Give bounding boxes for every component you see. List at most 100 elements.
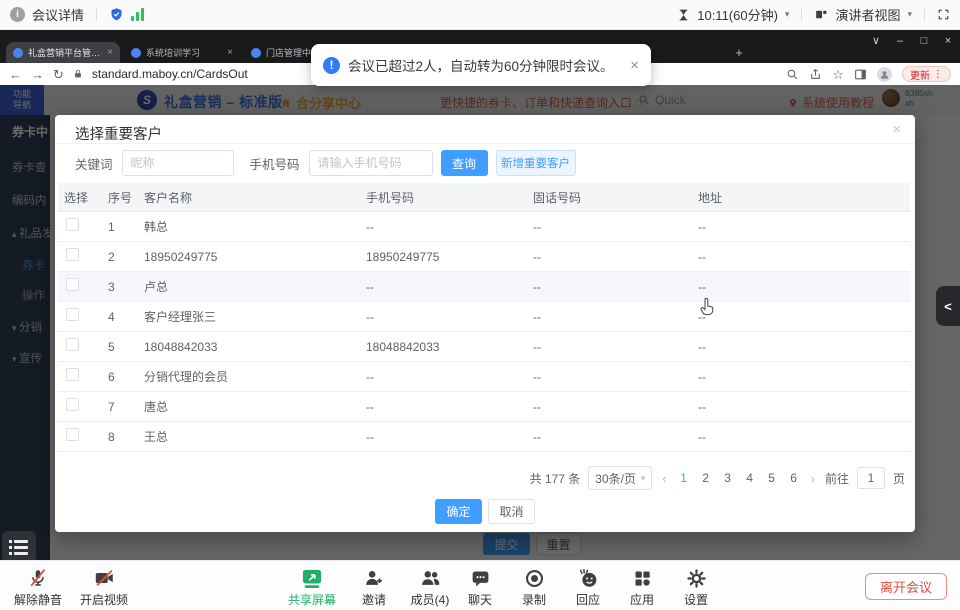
tab-title: 系统培训学习: [146, 46, 220, 59]
new-tab-button[interactable]: +: [731, 44, 747, 60]
cell-name: 客户经理张三: [140, 308, 362, 325]
timer-caret-icon[interactable]: ▾: [785, 9, 790, 20]
share-icon[interactable]: [809, 68, 822, 81]
cell-mobile: 18950249775: [362, 250, 529, 264]
cell-mobile: --: [362, 370, 529, 384]
window-maximize-button[interactable]: □: [912, 32, 936, 50]
reactions-button[interactable]: 回应: [564, 566, 612, 608]
notification-close-icon[interactable]: ×: [630, 57, 639, 74]
cell-landline: --: [529, 220, 694, 234]
prev-page-icon[interactable]: ‹: [660, 471, 668, 486]
apps-button[interactable]: 应用: [618, 566, 666, 608]
divider: [96, 8, 97, 21]
floating-agenda-button[interactable]: [2, 531, 36, 560]
page-number[interactable]: 4: [743, 471, 757, 485]
start-video-button[interactable]: 开启视频: [76, 566, 132, 608]
row-checkbox[interactable]: [66, 308, 79, 321]
back-icon[interactable]: ←: [9, 68, 22, 81]
window-minimize-button[interactable]: –: [888, 32, 912, 50]
security-shield-icon[interactable]: [109, 7, 124, 22]
col-name: 客户名称: [140, 189, 362, 206]
camera-off-icon: [93, 567, 116, 589]
tab-search-icon[interactable]: ∨: [864, 32, 888, 50]
cell-address: --: [694, 220, 910, 234]
window-close-button[interactable]: ×: [936, 32, 960, 50]
cell-name: 卢总: [140, 278, 362, 295]
add-customer-button[interactable]: 新增重要客户: [496, 150, 576, 176]
tab-close-icon[interactable]: ×: [227, 47, 233, 58]
page-size-select[interactable]: 30条/页 ▾: [588, 466, 652, 490]
side-panel-toggle[interactable]: <: [936, 286, 960, 326]
members-button[interactable]: 成员(4): [404, 566, 456, 608]
next-page-icon[interactable]: ›: [809, 471, 817, 486]
query-button[interactable]: 查询: [441, 150, 488, 176]
cell-landline: --: [529, 430, 694, 444]
row-checkbox[interactable]: [66, 248, 79, 261]
notification-text: 会议已超过2人，自动转为60分钟限时会议。: [348, 55, 614, 75]
cell-mobile: --: [362, 220, 529, 234]
chat-bubble-icon: [470, 568, 491, 589]
page-number[interactable]: 2: [699, 471, 713, 485]
page-number[interactable]: 3: [721, 471, 735, 485]
col-select: 选择: [58, 189, 95, 206]
row-checkbox[interactable]: [66, 278, 79, 291]
browser-tab[interactable]: 系统培训学习 ×: [124, 42, 240, 63]
refresh-icon[interactable]: ↻: [53, 68, 64, 81]
cell-landline: --: [529, 310, 694, 324]
hourglass-icon: [677, 8, 690, 22]
record-button[interactable]: 录制: [510, 566, 558, 608]
row-checkbox[interactable]: [66, 368, 79, 381]
zoom-icon[interactable]: [786, 68, 799, 81]
view-caret-icon[interactable]: ▾: [907, 9, 912, 20]
cell-mobile: --: [362, 310, 529, 324]
network-signal-icon[interactable]: [131, 8, 144, 21]
forward-icon[interactable]: →: [31, 68, 44, 81]
url-text[interactable]: standard.maboy.cn/CardsOut: [92, 67, 248, 81]
modal-close-icon[interactable]: ×: [892, 121, 901, 138]
modal-title: 选择重要客户: [75, 123, 162, 144]
view-mode-label[interactable]: 演讲者视图: [835, 5, 900, 24]
side-panel-icon[interactable]: [854, 68, 867, 81]
col-landline: 固话号码: [529, 189, 694, 206]
page-number[interactable]: 5: [765, 471, 779, 485]
cell-landline: --: [529, 400, 694, 414]
table-row: 7 唐总 -- -- --: [58, 392, 910, 422]
unmute-button[interactable]: 解除静音: [10, 566, 66, 608]
meeting-top-bar: i 会议详情 10:11(60分钟) ▾ 演讲者视图 ▾: [0, 0, 960, 30]
table-row: 6 分销代理的会员 -- -- --: [58, 362, 910, 392]
goto-label: 前往: [825, 470, 849, 487]
page-number[interactable]: 1: [677, 471, 691, 485]
bookmark-star-icon[interactable]: ☆: [832, 68, 844, 81]
confirm-button[interactable]: 确定: [435, 499, 482, 524]
page-number[interactable]: 6: [787, 471, 801, 485]
keyword-input[interactable]: [122, 150, 234, 176]
meeting-info-icon[interactable]: i: [10, 7, 25, 22]
browser-profile-avatar[interactable]: [877, 67, 892, 82]
row-checkbox[interactable]: [66, 428, 79, 441]
microphone-muted-icon: [27, 567, 49, 589]
phone-input[interactable]: [309, 150, 433, 176]
goto-page-input[interactable]: [857, 467, 885, 489]
row-checkbox[interactable]: [66, 338, 79, 351]
modal-footer: 确定 取消: [55, 499, 915, 524]
invite-person-icon: [363, 567, 385, 589]
fullscreen-icon[interactable]: [937, 8, 950, 21]
browser-tab-active[interactable]: 礼盒营销平台管理中心 ×: [6, 42, 120, 63]
cell-address: --: [694, 250, 910, 264]
settings-button[interactable]: 设置: [672, 566, 720, 608]
tab-close-icon[interactable]: ×: [107, 47, 113, 58]
table-header-row: 选择 序号 客户名称 手机号码 固话号码 地址: [58, 183, 910, 212]
shared-web-page: 功能导航 S 礼盒营销 – 标准版 合分享中心 更快捷的券卡、订单和快递查询入口…: [0, 85, 960, 560]
browser-update-button[interactable]: 更新⋮: [902, 66, 951, 82]
row-checkbox[interactable]: [66, 398, 79, 411]
share-screen-button[interactable]: 共享屏幕: [284, 566, 340, 608]
cancel-button[interactable]: 取消: [488, 499, 535, 524]
row-checkbox[interactable]: [66, 218, 79, 231]
col-address: 地址: [694, 189, 910, 206]
invite-button[interactable]: 邀请: [350, 566, 398, 608]
cell-address: --: [694, 400, 910, 414]
cell-landline: --: [529, 340, 694, 354]
meeting-details-label[interactable]: 会议详情: [32, 5, 84, 24]
chat-button[interactable]: 聊天: [458, 566, 502, 608]
leave-meeting-button[interactable]: 离开会议: [865, 573, 947, 600]
